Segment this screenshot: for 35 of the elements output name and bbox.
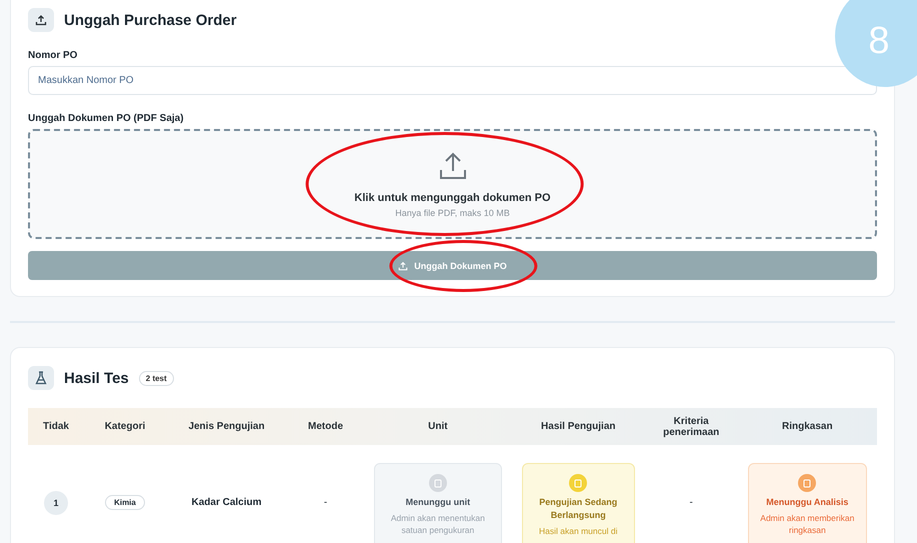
status-icon [428, 474, 447, 492]
count-badge: 2 test [138, 370, 174, 386]
status-title: Menunggu Analisis [766, 496, 848, 509]
dropzone-hint: Hanya file PDF, maks 10 MB [395, 208, 510, 218]
field-label: Nomor PO [28, 50, 78, 61]
file-dropzone[interactable]: Klik untuk mengunggah dokumen PO Hanya file PDF, maks 10 MB [28, 129, 877, 239]
section-title: Hasil Tes [64, 370, 129, 386]
dropzone-prompt: Klik untuk mengunggah dokumen PO [354, 192, 551, 204]
status-title: Menunggu unit [406, 496, 470, 509]
column-header: Kategori [84, 408, 166, 445]
section-title: Unggah Purchase Order [64, 12, 237, 28]
table-cell: Kadar Calcium [191, 497, 262, 508]
column-header: Kriteria penerimaan [644, 408, 738, 445]
field-label: Unggah Dokumen PO (PDF Saja) [28, 113, 185, 124]
table-cell: - [324, 497, 328, 508]
status-note: Admin akan memberikan ringkasan [759, 513, 856, 536]
step-badge: 8 [835, 0, 917, 87]
status-icon [569, 474, 588, 492]
column-header: Ringkasan [738, 408, 877, 445]
column-header: Jenis Pengujian [166, 408, 288, 445]
column-header: Unit [364, 408, 512, 445]
column-header: Hasil Pengujian [512, 408, 645, 445]
status-title: Pengujian Sedang Berlangsung [538, 496, 618, 522]
upload-icon [398, 260, 408, 270]
category-tag: Kimia [105, 495, 145, 510]
upload-icon [28, 8, 54, 32]
po-number-field[interactable]: Masukkan Nomor PO [28, 66, 877, 95]
status-note: Hasil akan muncul di [539, 526, 618, 538]
row-number: 1 [44, 491, 68, 515]
flask-icon [28, 366, 54, 390]
table-cell: - [690, 497, 693, 508]
status-icon [798, 474, 816, 492]
column-header: Tidak [28, 408, 84, 445]
status-note: Admin akan menentukan satuan pengukuran [390, 513, 486, 536]
column-header: Metode [287, 408, 364, 445]
